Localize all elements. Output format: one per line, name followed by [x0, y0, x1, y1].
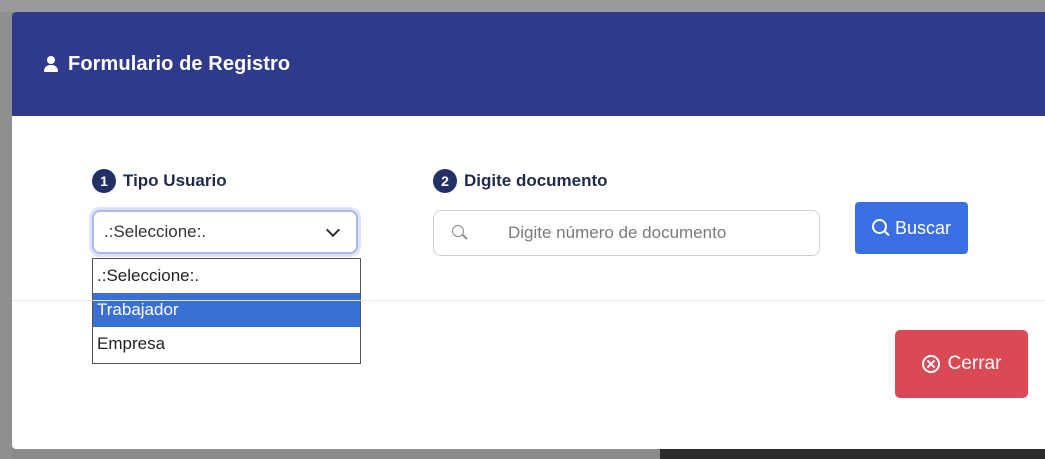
user-type-dropdown: .:Seleccione:. Trabajador Empresa [92, 258, 361, 364]
step2-number-badge: 2 [433, 169, 457, 193]
user-type-select[interactable]: .:Seleccione:. [92, 210, 358, 254]
step1-number-badge: 1 [92, 169, 116, 193]
document-input-placeholder: Digite número de documento [508, 223, 727, 242]
modal-header: Formulario de Registro [12, 12, 1045, 116]
chevron-down-icon [325, 222, 341, 238]
document-number-input[interactable]: Digite número de documento [433, 210, 820, 256]
step1-label-text: Tipo Usuario [123, 171, 227, 190]
dropdown-option-seleccione[interactable]: .:Seleccione:. [93, 259, 360, 293]
user-icon [42, 55, 60, 73]
search-icon [871, 219, 890, 237]
dropdown-option-empresa[interactable]: Empresa [93, 327, 360, 361]
step2-label: 2 Digite documento [433, 169, 608, 193]
step1-label: 1 Tipo Usuario [92, 169, 227, 193]
close-button-label: Cerrar [947, 353, 1002, 374]
modal-title: Formulario de Registro [68, 52, 291, 75]
backdrop-left [0, 12, 12, 459]
close-button[interactable]: Cerrar [895, 330, 1028, 398]
search-icon [452, 225, 468, 241]
step2-label-text: Digite documento [464, 171, 608, 190]
modal-divider [12, 300, 1045, 301]
registration-modal: Formulario de Registro 1 Tipo Usuario .:… [12, 12, 1045, 449]
dropdown-option-trabajador[interactable]: Trabajador [93, 293, 360, 327]
backdrop [0, 0, 1045, 12]
close-circle-icon [921, 355, 940, 373]
search-button[interactable]: Buscar [855, 202, 968, 254]
search-button-label: Buscar [894, 217, 952, 238]
user-type-select-value: .:Seleccione:. [104, 222, 207, 241]
